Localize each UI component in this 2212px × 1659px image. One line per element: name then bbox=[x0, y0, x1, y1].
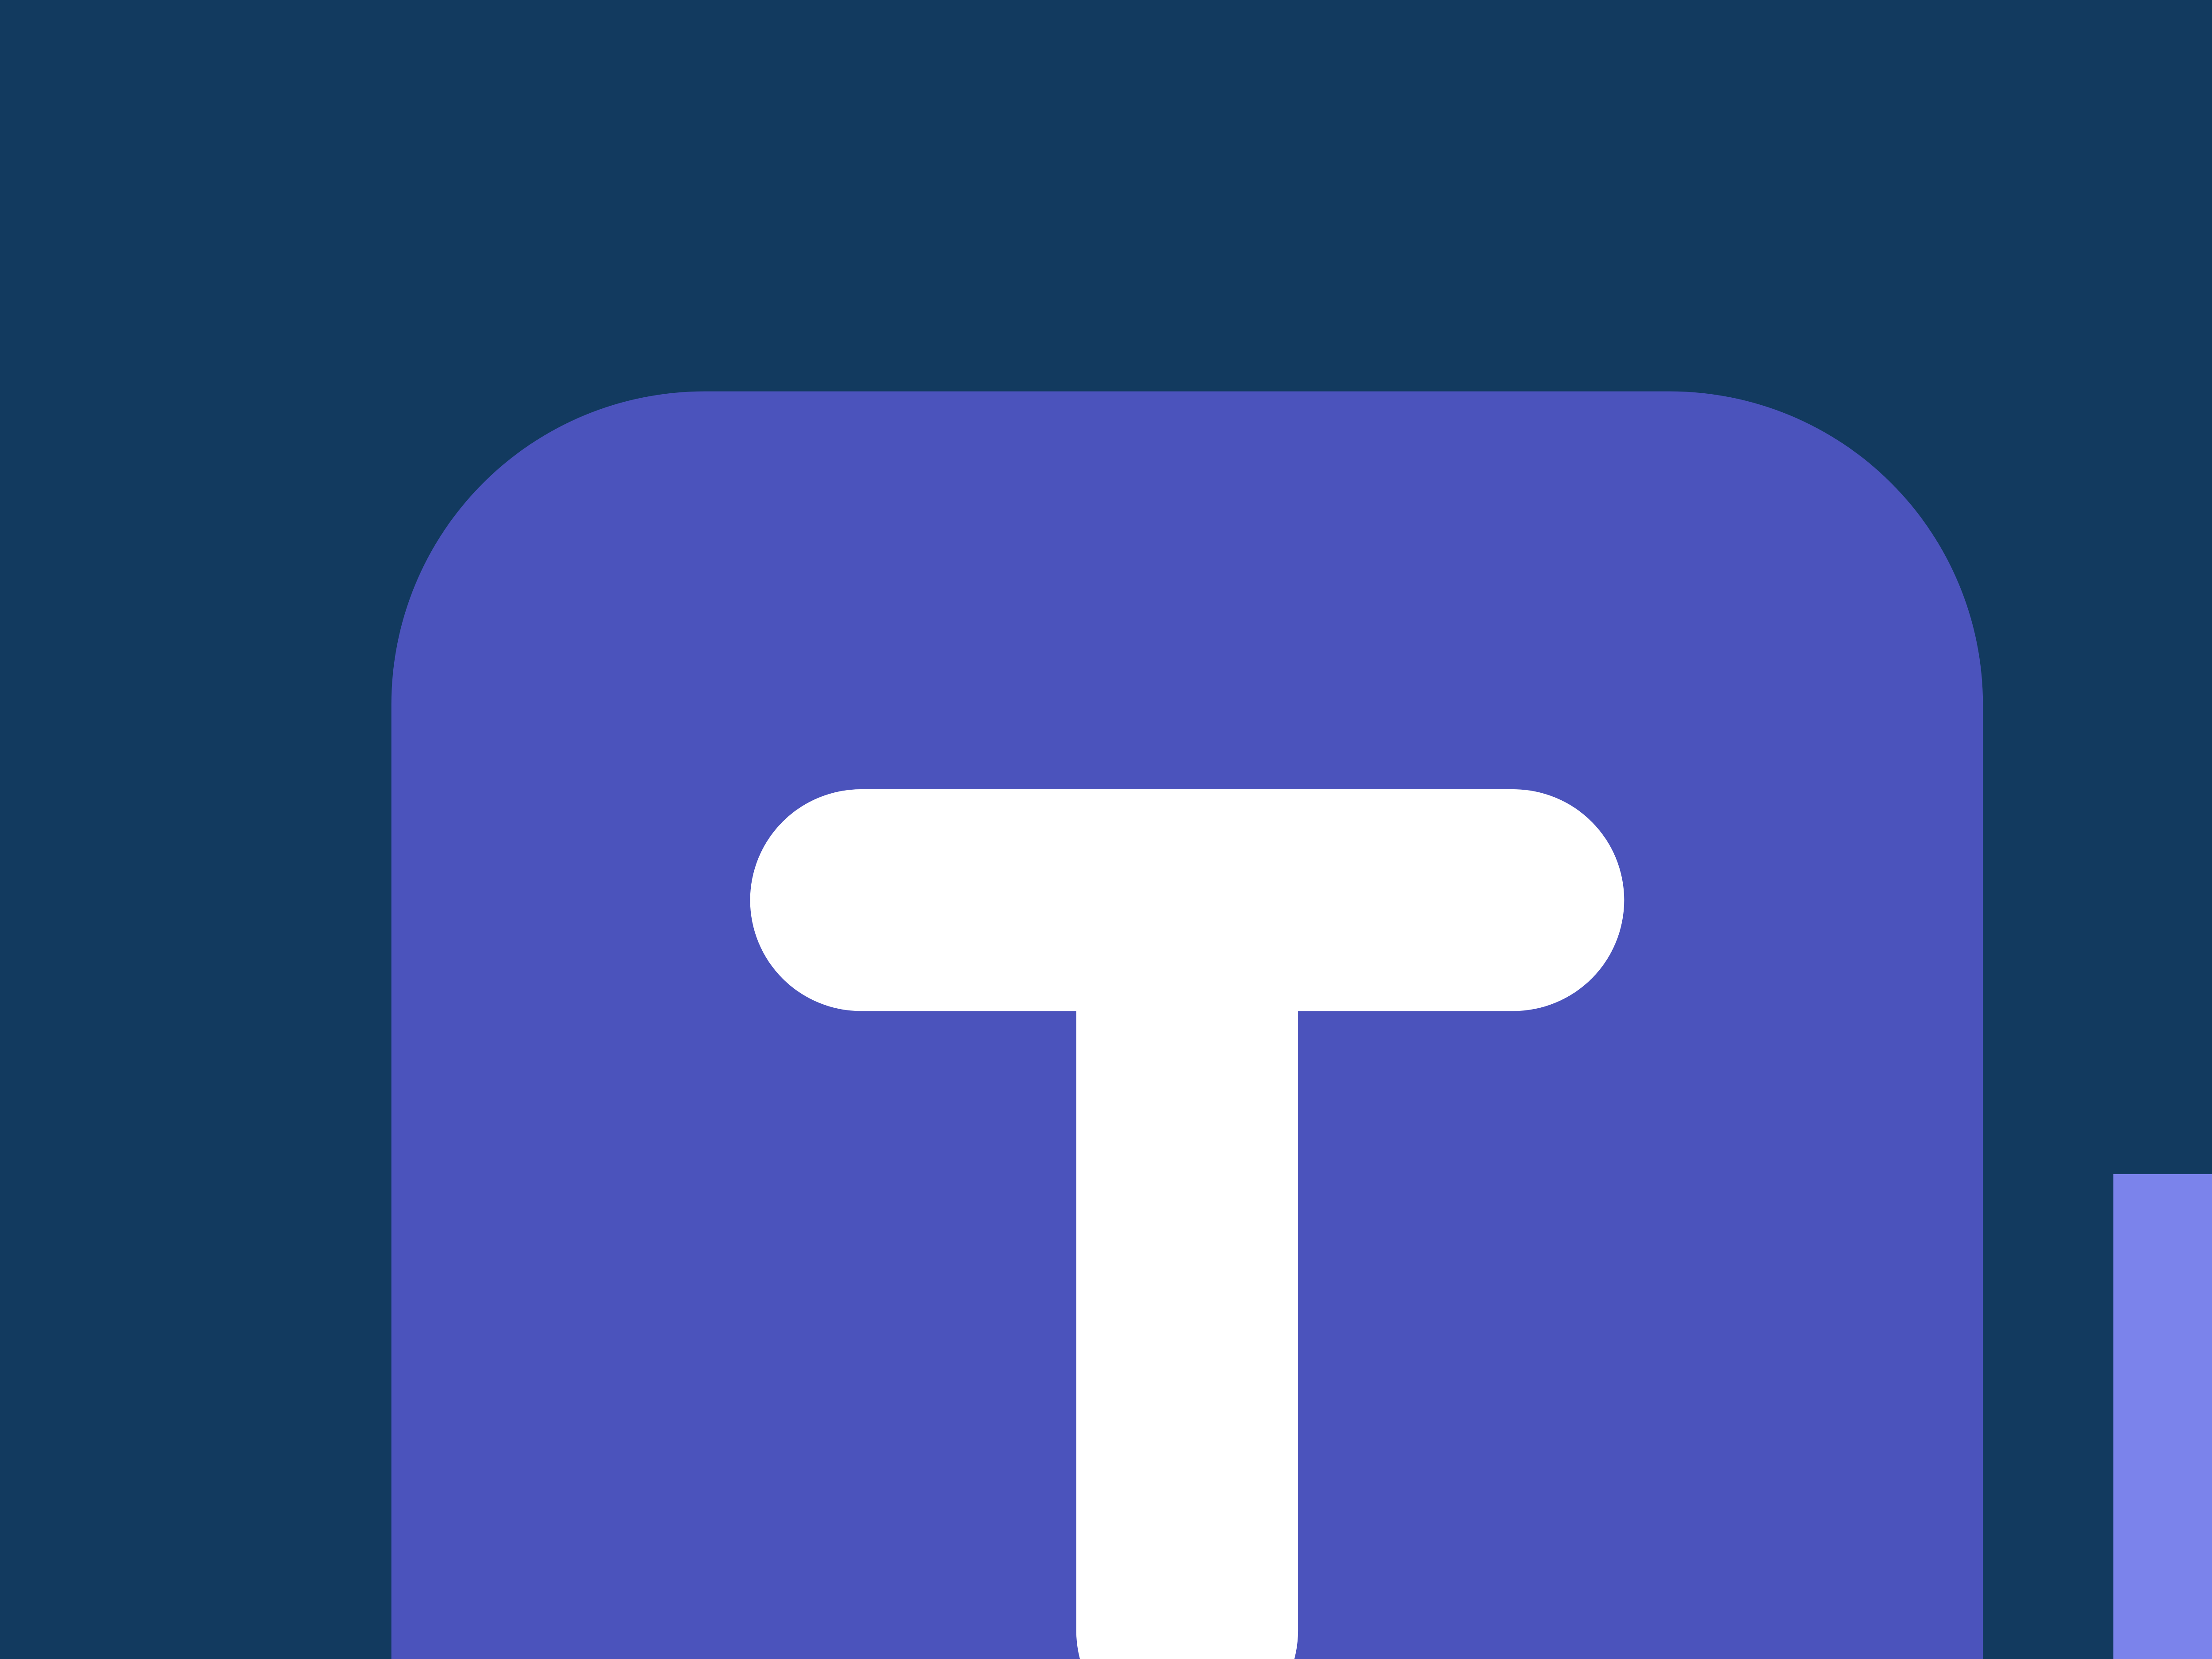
desktop: Search Activity bbox=[0, 0, 2212, 1659]
wallpaper bbox=[0, 0, 2212, 1659]
